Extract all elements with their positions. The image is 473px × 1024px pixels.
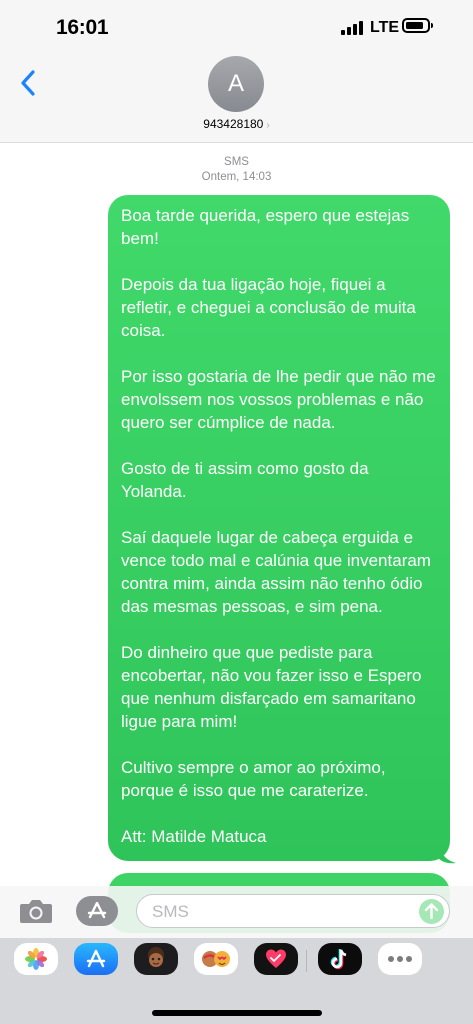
message-paragraph: Do dinheiro que que pediste para encober… <box>121 643 422 731</box>
service-label: SMS <box>224 156 249 168</box>
contact-avatar[interactable]: A <box>208 56 264 112</box>
app-store-icon <box>87 902 107 919</box>
network-type: LTE <box>370 19 400 36</box>
chevron-right-icon: › <box>266 120 270 131</box>
app-drawer <box>0 938 473 1024</box>
app-store-icon <box>86 949 106 968</box>
contact-name: 943428180 <box>203 117 264 131</box>
conversation-header: A 943428180 › <box>0 54 473 143</box>
digital-touch-app-button[interactable] <box>254 943 298 975</box>
compose-bar <box>0 886 473 938</box>
status-bar: 16:01 LTE <box>0 0 473 54</box>
memoji-app-button[interactable] <box>134 943 178 975</box>
cellular-signal-icon <box>341 21 363 35</box>
message-input-field[interactable] <box>136 894 450 928</box>
tiktok-icon <box>330 949 347 970</box>
sent-message-bubble[interactable]: Boa tarde querida, espero que estejas be… <box>108 195 450 861</box>
drawer-divider <box>306 950 307 972</box>
photos-icon <box>25 948 47 970</box>
contact-name-button[interactable]: 943428180 › <box>0 117 473 131</box>
send-button[interactable] <box>419 899 444 924</box>
photos-app-button[interactable] <box>14 943 58 975</box>
thread-meta: SMS Ontem, 14:03 <box>0 155 473 185</box>
app-store-app-button[interactable] <box>74 943 118 975</box>
message-paragraph: Saí daquele lugar de cabeça erguida e ve… <box>121 528 431 616</box>
home-indicator[interactable] <box>152 1010 322 1016</box>
more-apps-button[interactable] <box>378 943 422 975</box>
more-icon <box>388 956 412 962</box>
clock: 16:01 <box>56 16 109 39</box>
app-store-button[interactable] <box>76 896 118 926</box>
chevron-left-icon[interactable] <box>14 68 44 98</box>
memoji-icon <box>148 947 164 967</box>
digital-touch-icon <box>266 949 286 968</box>
tiktok-app-button[interactable] <box>318 943 362 975</box>
camera-icon[interactable] <box>19 898 53 924</box>
message-paragraph: Att: Matilde Matuca <box>121 827 267 846</box>
message-paragraph: Gosto de ti assim como gosto da Yolanda. <box>121 459 369 501</box>
message-paragraph: Por isso gostaria de lhe pedir que não m… <box>121 367 436 432</box>
message-paragraph: Boa tarde querida, espero que estejas be… <box>121 206 410 248</box>
bubble-tail <box>438 842 456 864</box>
message-timestamp: Ontem, 14:03 <box>201 171 272 183</box>
message-input[interactable] <box>150 901 404 923</box>
memoji-stickers-app-button[interactable] <box>194 943 238 975</box>
arrow-up-icon <box>424 903 439 920</box>
battery-icon <box>402 18 433 33</box>
memoji-stickers-icon <box>202 951 230 967</box>
message-paragraph: Cultivo sempre o amor ao próximo, porque… <box>121 758 386 800</box>
message-paragraph: Depois da tua ligação hoje, fiquei a ref… <box>121 275 416 340</box>
